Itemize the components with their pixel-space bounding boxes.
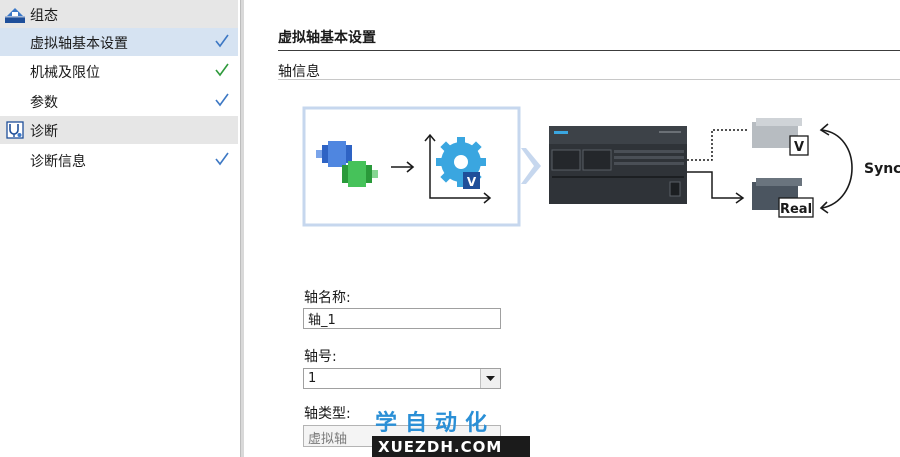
- nav-item-label: 机械及限位: [30, 65, 100, 81]
- axis-number-select[interactable]: 1: [303, 368, 501, 389]
- nav-item-virtual-axis-basic[interactable]: 虚拟轴基本设置: [0, 28, 238, 56]
- navigation-tree: 组态 虚拟轴基本设置 机械及限位 参数 诊断 诊断信息: [0, 0, 240, 457]
- nav-group-diagnostics-label: 诊断: [30, 124, 58, 140]
- section-title: 虚拟轴基本设置: [278, 30, 376, 46]
- sync-label: Sync: [864, 161, 900, 177]
- nav-group-diagnostics[interactable]: 诊断: [0, 116, 238, 144]
- nav-item-label: 参数: [30, 95, 58, 111]
- chevron-down-icon: [486, 376, 495, 381]
- dropdown-button[interactable]: [480, 369, 500, 388]
- nav-item-label: 诊断信息: [30, 154, 86, 170]
- nav-group-config[interactable]: 组态: [0, 0, 238, 28]
- remote-real-badge: Real: [780, 202, 812, 217]
- axis-name-label: 轴名称:: [304, 290, 351, 306]
- axis-type-value: 虚拟轴: [308, 432, 348, 447]
- diagnostics-group-icon: [6, 121, 24, 139]
- virtual-link-line: [687, 129, 749, 161]
- remote-real-axis-icon: Real: [752, 178, 814, 218]
- nav-item-label: 虚拟轴基本设置: [30, 36, 128, 52]
- nav-item-mechanics-limits[interactable]: 机械及限位: [0, 57, 238, 85]
- nav-group-config-label: 组态: [30, 8, 58, 24]
- nav-item-parameters[interactable]: 参数: [0, 87, 238, 115]
- section-divider: [278, 50, 900, 51]
- virtual-badge: V: [467, 175, 477, 189]
- check-icon: [215, 152, 229, 166]
- axis-number-label: 轴号:: [304, 349, 337, 365]
- nav-item-diagnostic-info[interactable]: 诊断信息: [0, 146, 238, 174]
- sub-divider: [278, 79, 900, 80]
- watermark-url: XUEZDH.COM: [378, 438, 503, 456]
- check-icon: [215, 34, 229, 48]
- flow-arrow-icon: [521, 148, 541, 184]
- real-link-line: [687, 171, 742, 199]
- config-group-icon: [5, 8, 25, 23]
- remote-virtual-badge: V: [794, 140, 804, 155]
- axis-name-input[interactable]: [303, 308, 501, 329]
- check-icon: [215, 93, 229, 107]
- plc-controller-icon: [549, 126, 687, 204]
- sub-title: 轴信息: [278, 64, 320, 80]
- axis-number-value: 1: [308, 371, 317, 386]
- watermark-text: 学自动化: [375, 411, 496, 436]
- remote-virtual-axis-icon: V: [752, 118, 809, 156]
- check-icon: [215, 63, 229, 77]
- axis-type-label: 轴类型:: [304, 406, 351, 422]
- sync-arrow-icon: [821, 129, 853, 209]
- axis-diagram: V V Real Sync: [302, 106, 900, 227]
- main-panel: 虚拟轴基本设置 轴信息 V V Real Sync 轴名称: 轴_1 轴号: 1…: [244, 0, 900, 457]
